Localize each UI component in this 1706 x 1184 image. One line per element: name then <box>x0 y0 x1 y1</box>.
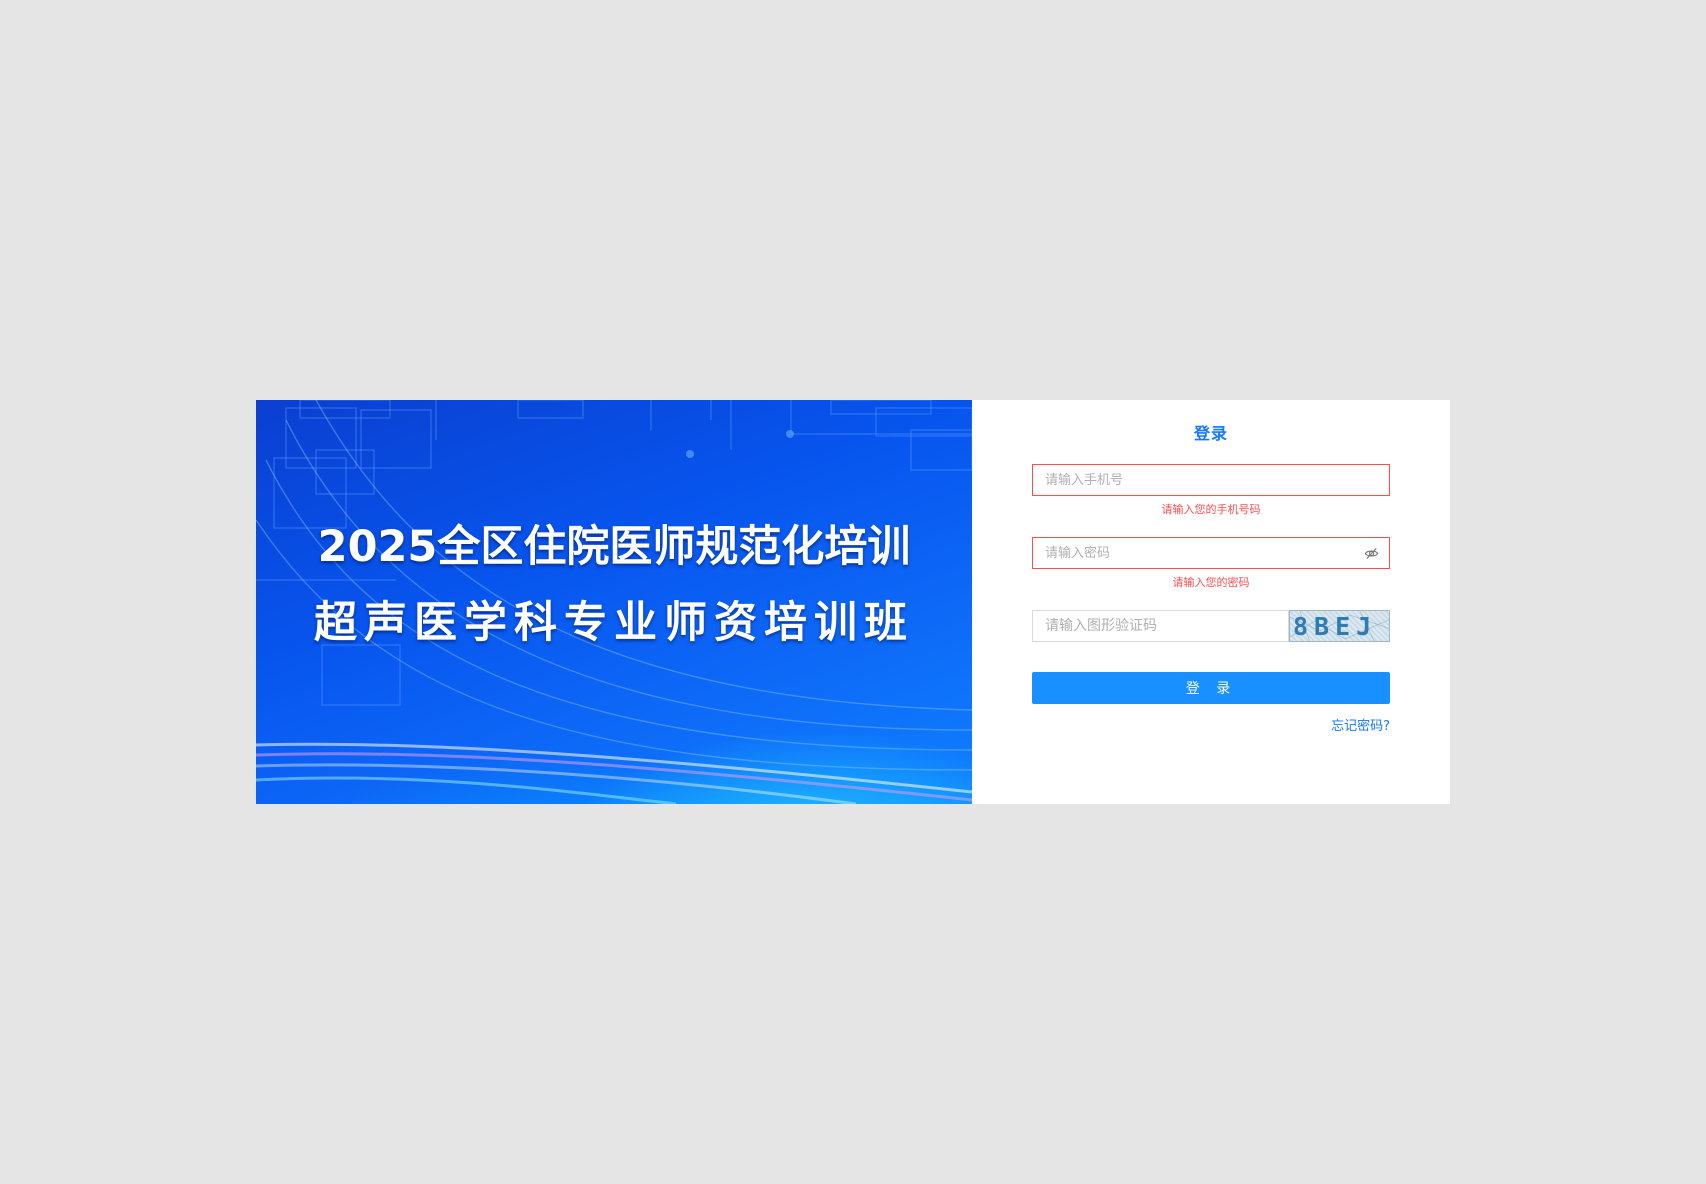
banner-title-line1: 2025全区住院医师规范化培训 <box>317 522 911 572</box>
banner-title-line2: 超声医学科专业师资培训班 <box>314 598 914 648</box>
eye-off-icon[interactable] <box>1364 546 1379 561</box>
captcha-text: 8BEJ <box>1293 612 1378 641</box>
forgot-password-link[interactable]: 忘记密码? <box>1331 715 1390 734</box>
banner-image: 2025全区住院医师规范化培训 超声医学科专业师资培训班 <box>256 400 972 804</box>
login-button[interactable]: 登 录 <box>1032 672 1390 704</box>
password-input[interactable] <box>1033 538 1389 568</box>
captcha-image[interactable]: 8BEJ <box>1289 610 1390 642</box>
login-card: 2025全区住院医师规范化培训 超声医学科专业师资培训班 登录 请输入您的手机号… <box>256 400 1450 804</box>
phone-error-message: 请输入您的手机号码 <box>1161 503 1261 516</box>
login-form: 登录 请输入您的手机号码 请输入您的密码 <box>972 400 1450 804</box>
password-error-message: 请输入您的密码 <box>1172 576 1250 589</box>
password-field <box>1032 537 1390 569</box>
phone-input[interactable] <box>1033 465 1389 495</box>
captcha-field <box>1032 610 1289 642</box>
captcha-input[interactable] <box>1033 611 1288 641</box>
form-title: 登录 <box>1193 424 1228 443</box>
phone-field <box>1032 464 1390 496</box>
